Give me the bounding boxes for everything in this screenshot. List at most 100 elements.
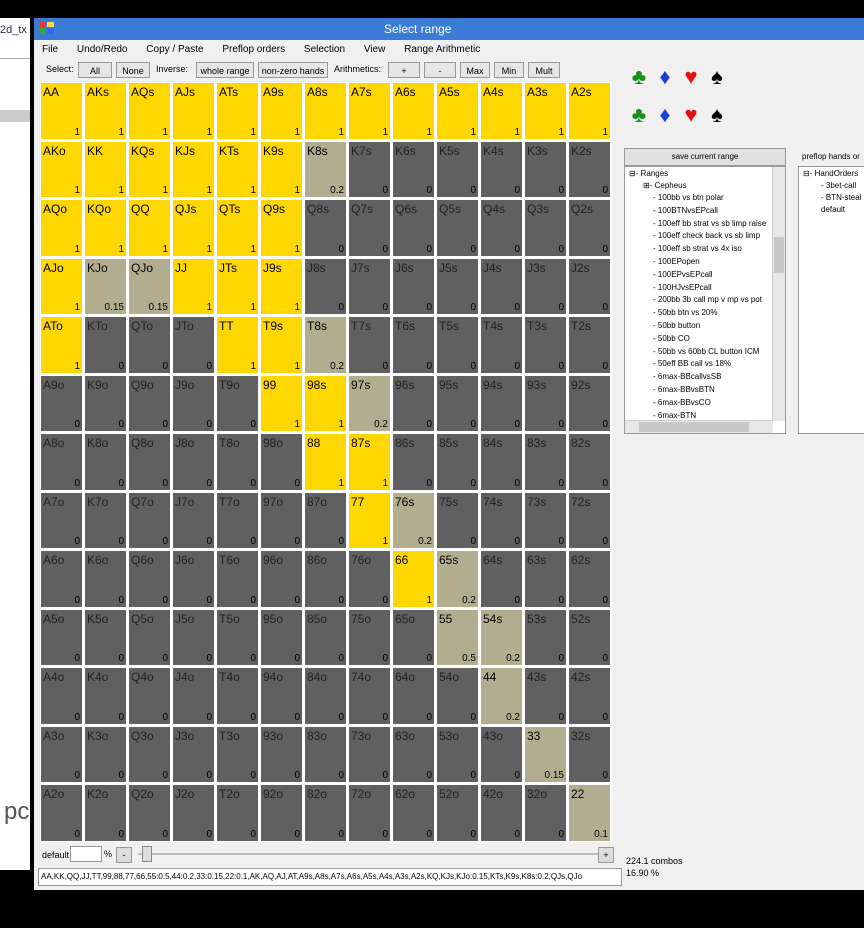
tree-item-range[interactable]: - 100EPvsEPcall — [653, 270, 713, 279]
hand-cell-kqs[interactable]: KQs 1 — [128, 140, 171, 198]
hand-cell-t6s[interactable]: T6s 0 — [392, 316, 435, 374]
spade-icon[interactable]: ♠ — [704, 64, 730, 90]
hand-cell-a2o[interactable]: A2o 0 — [40, 784, 83, 842]
hand-cell-74o[interactable]: 74o 0 — [348, 667, 391, 725]
hand-cell-a4s[interactable]: A4s 1 — [480, 82, 523, 140]
hand-cell-j8o[interactable]: J8o 0 — [172, 433, 215, 491]
hand-cell-t5s[interactable]: T5s 0 — [436, 316, 479, 374]
hand-cell-kk[interactable]: KK 1 — [84, 140, 127, 198]
hand-cell-52s[interactable]: 52s 0 — [568, 608, 611, 666]
hand-cell-tt[interactable]: TT 1 — [216, 316, 259, 374]
frequency-input[interactable] — [70, 846, 102, 862]
hand-cell-q3o[interactable]: Q3o 0 — [128, 725, 171, 783]
hand-cell-q8o[interactable]: Q8o 0 — [128, 433, 171, 491]
hand-cell-54o[interactable]: 54o 0 — [436, 667, 479, 725]
hand-cell-kjo[interactable]: KJo 0.15 — [84, 257, 127, 315]
hand-cell-j5s[interactable]: J5s 0 — [436, 257, 479, 315]
hand-cell-65s[interactable]: 65s 0.2 — [436, 550, 479, 608]
hand-cell-97o[interactable]: 97o 0 — [260, 491, 303, 549]
hand-cell-t6o[interactable]: T6o 0 — [216, 550, 259, 608]
hand-cell-44[interactable]: 44 0.2 — [480, 667, 523, 725]
menu-file[interactable]: File — [34, 40, 66, 55]
hand-cell-q7o[interactable]: Q7o 0 — [128, 491, 171, 549]
hand-cell-t7s[interactable]: T7s 0 — [348, 316, 391, 374]
arith-max-button[interactable]: Max — [460, 62, 490, 78]
hand-cell-k5s[interactable]: K5s 0 — [436, 140, 479, 198]
hand-cell-32s[interactable]: 32s 0 — [568, 725, 611, 783]
hand-cell-95s[interactable]: 95s 0 — [436, 374, 479, 432]
ranges-tree[interactable]: ⊟- Ranges ⊞- Cepheus - 100bb vs btn polar -… — [624, 166, 786, 434]
hand-cell-kqo[interactable]: KQo 1 — [84, 199, 127, 257]
hand-cell-76s[interactable]: 76s 0.2 — [392, 491, 435, 549]
hand-cell-43o[interactable]: 43o 0 — [480, 725, 523, 783]
hand-cell-k3o[interactable]: K3o 0 — [84, 725, 127, 783]
hand-cell-73o[interactable]: 73o 0 — [348, 725, 391, 783]
hand-cell-k7o[interactable]: K7o 0 — [84, 491, 127, 549]
hand-cell-aqs[interactable]: AQs 1 — [128, 82, 171, 140]
hand-cell-82s[interactable]: 82s 0 — [568, 433, 611, 491]
hand-cell-92o[interactable]: 92o 0 — [260, 784, 303, 842]
scrollbar-thumb[interactable] — [639, 422, 749, 432]
hand-cell-94s[interactable]: 94s 0 — [480, 374, 523, 432]
arith-mult-button[interactable]: Mult — [528, 62, 560, 78]
hand-cell-q3s[interactable]: Q3s 0 — [524, 199, 567, 257]
hand-cell-j2o[interactable]: J2o 0 — [172, 784, 215, 842]
tree-item-range[interactable]: - 100EPopen — [653, 257, 700, 266]
hand-cell-q5o[interactable]: Q5o 0 — [128, 608, 171, 666]
hand-cell-q2o[interactable]: Q2o 0 — [128, 784, 171, 842]
hand-cell-t3s[interactable]: T3s 0 — [524, 316, 567, 374]
menu-undo-redo[interactable]: Undo/Redo — [69, 40, 136, 55]
hand-cell-k4s[interactable]: K4s 0 — [480, 140, 523, 198]
arith-minus-button[interactable]: - — [424, 62, 456, 78]
club-icon[interactable]: ♣ — [626, 102, 652, 128]
slider-thumb[interactable] — [142, 846, 152, 862]
hand-cell-99[interactable]: 99 1 — [260, 374, 303, 432]
hand-cell-k4o[interactable]: K4o 0 — [84, 667, 127, 725]
tree-item-range[interactable]: - 50bb btn vs 20% — [653, 308, 717, 317]
hand-cell-qto[interactable]: QTo 0 — [128, 316, 171, 374]
hand-cell-82o[interactable]: 82o 0 — [304, 784, 347, 842]
hand-cell-j7s[interactable]: J7s 0 — [348, 257, 391, 315]
hand-cell-t9s[interactable]: T9s 1 — [260, 316, 303, 374]
hand-cell-q7s[interactable]: Q7s 0 — [348, 199, 391, 257]
hand-cell-k3s[interactable]: K3s 0 — [524, 140, 567, 198]
hand-cell-k9s[interactable]: K9s 1 — [260, 140, 303, 198]
hand-cell-a7s[interactable]: A7s 1 — [348, 82, 391, 140]
tree-item-hand-order[interactable]: - 3bet-call — [821, 181, 856, 190]
hand-cell-54s[interactable]: 54s 0.2 — [480, 608, 523, 666]
hand-cell-t8s[interactable]: T8s 0.2 — [304, 316, 347, 374]
hand-cell-42o[interactable]: 42o 0 — [480, 784, 523, 842]
hand-cell-qts[interactable]: QTs 1 — [216, 199, 259, 257]
hand-cell-kto[interactable]: KTo 0 — [84, 316, 127, 374]
hand-cell-k9o[interactable]: K9o 0 — [84, 374, 127, 432]
hand-cell-96s[interactable]: 96s 0 — [392, 374, 435, 432]
tree-item-range[interactable]: - 6max-BBvsCO — [653, 398, 711, 407]
hand-cell-a8o[interactable]: A8o 0 — [40, 433, 83, 491]
hand-cell-q2s[interactable]: Q2s 0 — [568, 199, 611, 257]
tree-item-range[interactable]: - 50bb button — [653, 321, 700, 330]
hand-cell-85s[interactable]: 85s 0 — [436, 433, 479, 491]
hand-cell-a5s[interactable]: A5s 1 — [436, 82, 479, 140]
hand-cell-k8o[interactable]: K8o 0 — [84, 433, 127, 491]
scrollbar-thumb[interactable] — [774, 237, 784, 273]
tree-item-hand-order[interactable]: - BTN-steal — [821, 193, 861, 202]
hand-cell-65o[interactable]: 65o 0 — [392, 608, 435, 666]
hand-cell-q8s[interactable]: Q8s 0 — [304, 199, 347, 257]
hand-cell-aqo[interactable]: AQo 1 — [40, 199, 83, 257]
hand-cell-j6o[interactable]: J6o 0 — [172, 550, 215, 608]
hand-cell-62o[interactable]: 62o 0 — [392, 784, 435, 842]
hand-cell-32o[interactable]: 32o 0 — [524, 784, 567, 842]
hand-cell-84s[interactable]: 84s 0 — [480, 433, 523, 491]
hand-cell-93o[interactable]: 93o 0 — [260, 725, 303, 783]
hand-cell-72o[interactable]: 72o 0 — [348, 784, 391, 842]
arith-min-button[interactable]: Min — [494, 62, 524, 78]
hand-cell-jto[interactable]: JTo 0 — [172, 316, 215, 374]
tree-item-range[interactable]: - 100eff check back vs sb limp — [653, 231, 760, 240]
hand-cell-75s[interactable]: 75s 0 — [436, 491, 479, 549]
hand-cell-94o[interactable]: 94o 0 — [260, 667, 303, 725]
hand-cell-86o[interactable]: 86o 0 — [304, 550, 347, 608]
hand-cell-j6s[interactable]: J6s 0 — [392, 257, 435, 315]
hand-cell-q9s[interactable]: Q9s 1 — [260, 199, 303, 257]
hand-cell-t2o[interactable]: T2o 0 — [216, 784, 259, 842]
hand-cell-ajs[interactable]: AJs 1 — [172, 82, 215, 140]
